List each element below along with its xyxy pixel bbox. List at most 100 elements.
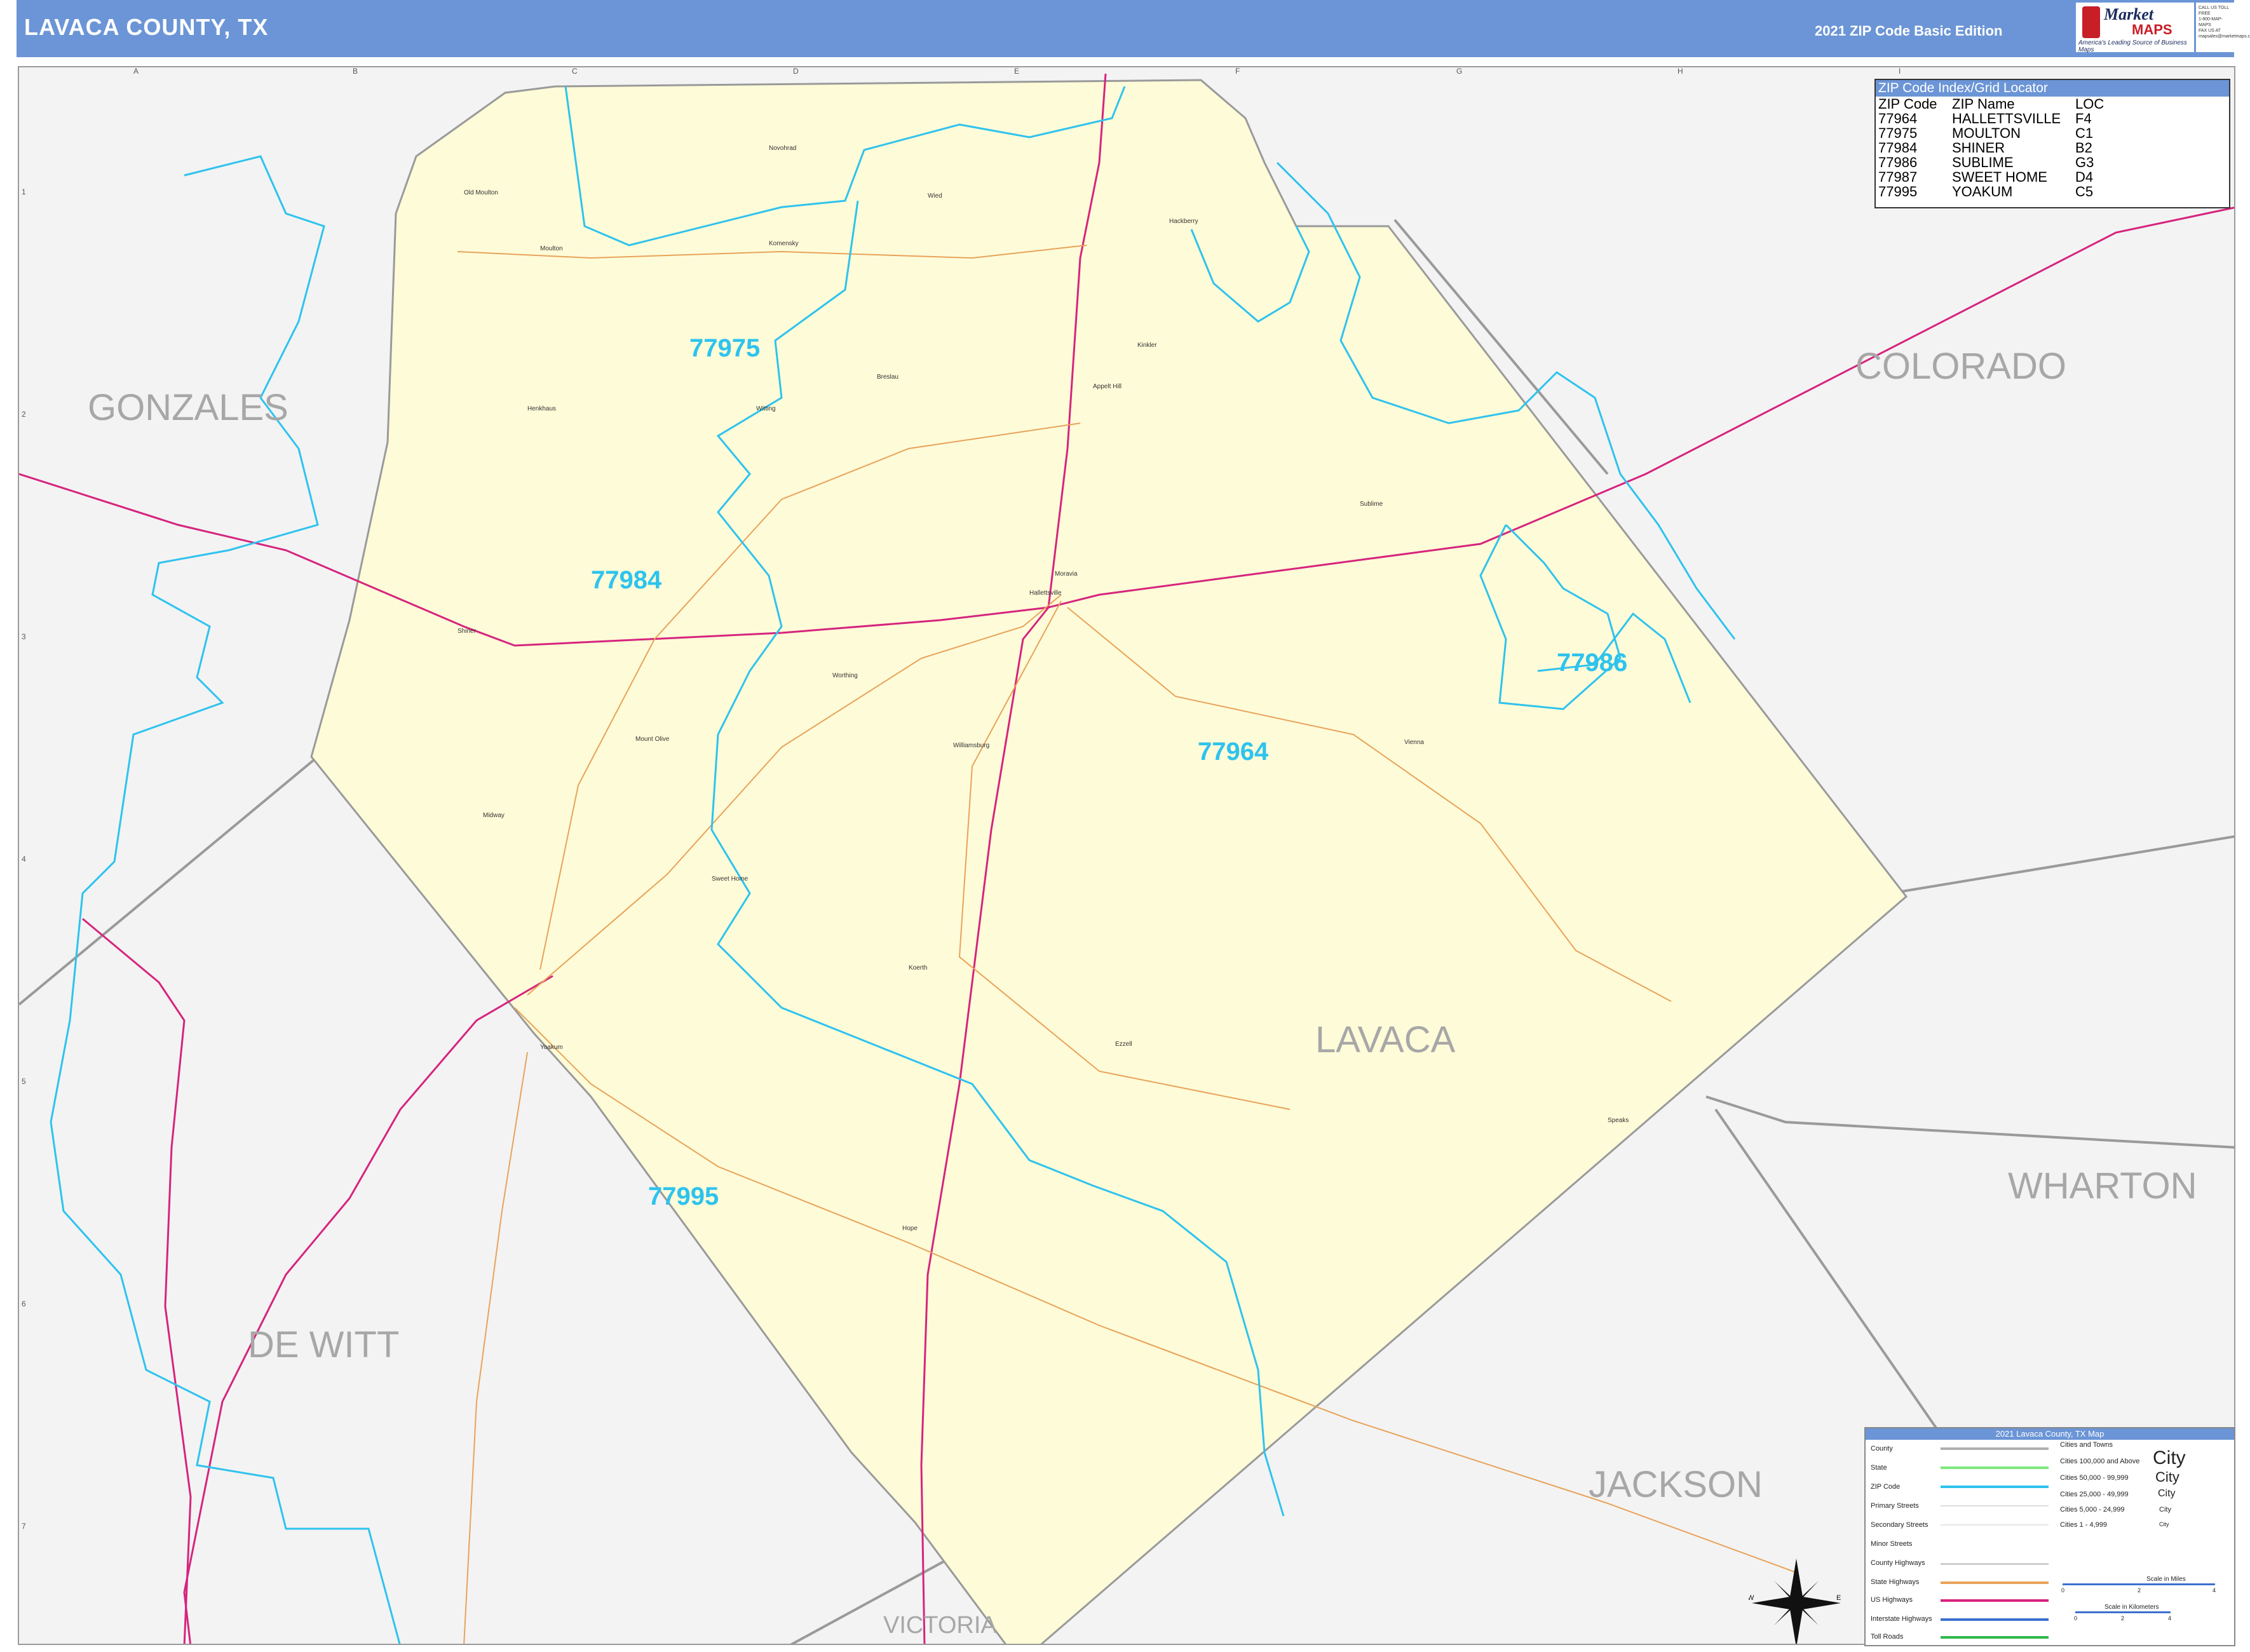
grid-row-label: 4 — [22, 855, 26, 863]
table-row[interactable]: 77987 SWEET HOME D4 — [1877, 170, 2105, 184]
grid-col-label: G — [1456, 67, 1462, 76]
legend-item: County — [1871, 1445, 1893, 1452]
zip-cell: 77975 — [1878, 125, 1918, 141]
map-svg: A B C D E F G H I 1 2 3 4 5 6 7 GONZALES… — [19, 67, 2234, 1645]
place-label: Hallettsville — [1029, 590, 1062, 597]
scale-tick: 0 — [2061, 1587, 2065, 1594]
contact-line: mapsales@marketmaps.com — [2199, 34, 2250, 39]
legend-secondary-line — [1941, 1524, 2049, 1526]
table-header-cell: ZIP Name — [1952, 96, 2015, 112]
legend-item: County Highways — [1871, 1559, 1925, 1567]
place-label: Yoakum — [540, 1044, 563, 1051]
scale-tick: 4 — [2168, 1615, 2172, 1622]
place-label: Breslau — [877, 374, 898, 381]
legend-state-hwy-line — [1941, 1581, 2049, 1584]
place-label: Kinkler — [1137, 342, 1157, 349]
zip-cell: 77984 — [1878, 140, 1918, 156]
county-label-colorado: COLORADO — [1855, 346, 2066, 387]
logo-tagline: America's Leading Source of Business Map… — [2078, 39, 2187, 53]
scale-miles-label: Scale in Miles — [2146, 1576, 2186, 1583]
zip-index-title: ZIP Code Index/Grid Locator — [1876, 80, 2229, 97]
scale-bar-km — [2075, 1611, 2171, 1613]
name-cell: HALLETTSVILLE — [1952, 111, 2061, 126]
place-label: Hackberry — [1169, 218, 1198, 225]
scale-bar-miles — [2063, 1583, 2215, 1585]
loc-cell: C5 — [2075, 184, 2094, 200]
grid-col-label: E — [1014, 67, 1019, 76]
county-label-dewitt: DE WITT — [248, 1324, 399, 1365]
table-header-cell: ZIP Code — [1878, 96, 1937, 112]
legend-item: State Highways — [1871, 1578, 1920, 1586]
zip-cell: 77987 — [1878, 169, 1918, 185]
table-row[interactable]: 77995 YOAKUM C5 — [1877, 184, 2105, 199]
legend-city-range: Cities 50,000 - 99,999 — [2060, 1474, 2129, 1482]
map-header: LAVACA COUNTY, TX 2021 ZIP Code Basic Ed… — [17, 0, 2234, 57]
logo-mark-icon — [2082, 6, 2100, 38]
scale-tick: 2 — [2121, 1615, 2125, 1622]
place-label: Shiner — [457, 628, 477, 635]
county-label-jackson: JACKSON — [1589, 1464, 1763, 1505]
place-label: Sublime — [1360, 501, 1383, 508]
legend-item: Primary Streets — [1871, 1502, 1919, 1510]
legend-city-range: Cities 25,000 - 49,999 — [2060, 1491, 2129, 1498]
place-label: Witting — [756, 405, 776, 412]
place-label: Worthing — [832, 672, 858, 679]
name-cell: SWEET HOME — [1952, 169, 2047, 185]
zip-label-77984: 77984 — [591, 566, 662, 594]
grid-col-label: D — [793, 67, 799, 76]
legend-city-sample: City — [2153, 1447, 2186, 1468]
legend-item: Secondary Streets — [1871, 1521, 1928, 1529]
compass-w: W — [1749, 1594, 1754, 1602]
place-label: Wied — [928, 193, 942, 200]
loc-cell: G3 — [2075, 154, 2094, 170]
legend-city-range: Cities 5,000 - 24,999 — [2060, 1506, 2125, 1513]
legend-title: 2021 Lavaca County, TX Map — [1866, 1428, 2234, 1440]
contact-line: 1-800-MAP-MAPS — [2199, 17, 2223, 27]
map-legend: 2021 Lavaca County, TX Map County State … — [1864, 1427, 2235, 1646]
table-row[interactable]: 77986 SUBLIME G3 — [1877, 155, 2105, 170]
place-label: Williamsburg — [953, 742, 989, 749]
table-row[interactable]: 77975 MOULTON C1 — [1877, 126, 2105, 140]
zip-cell: 77995 — [1878, 184, 1918, 200]
grid-row-label: 1 — [22, 187, 26, 196]
compass-e: E — [1836, 1594, 1841, 1602]
scale-tick: 2 — [2138, 1587, 2141, 1594]
legend-item: ZIP Code — [1871, 1483, 1901, 1491]
place-label: Mount Olive — [635, 736, 670, 743]
name-cell: MOULTON — [1952, 125, 2021, 141]
table-header-cell: LOC — [2075, 96, 2104, 112]
legend-toll-line — [1941, 1636, 2049, 1639]
lavaca-county-area[interactable] — [310, 79, 1908, 1645]
legend-item: US Highways — [1871, 1596, 1913, 1604]
grid-row-label: 2 — [22, 410, 26, 419]
scale-km-label: Scale in Kilometers — [2104, 1604, 2159, 1611]
contact-line: CALL US TOLL FREE — [2199, 6, 2229, 16]
place-label: Koerth — [909, 965, 927, 972]
place-label: Ezzell — [1115, 1041, 1132, 1048]
grid-col-label: A — [133, 67, 139, 76]
map-area[interactable]: A B C D E F G H I 1 2 3 4 5 6 7 GONZALES… — [18, 66, 2235, 1645]
loc-cell: F4 — [2075, 111, 2092, 126]
table-row[interactable]: 77984 SHINER B2 — [1877, 140, 2105, 155]
legend-city-sample: City — [2159, 1521, 2169, 1527]
legend-city-sample: City — [2159, 1506, 2171, 1513]
county-label-lavaca: LAVACA — [1315, 1019, 1456, 1060]
place-label: Old Moulton — [464, 189, 498, 196]
legend-primary-line — [1941, 1505, 2049, 1506]
legend-county-hwy-line — [1941, 1563, 2049, 1565]
legend-interstate-line — [1941, 1618, 2049, 1621]
grid-col-label: F — [1235, 67, 1240, 76]
compass-rose-icon: N S E W — [1749, 1555, 1841, 1644]
zip-label-77995: 77995 — [648, 1182, 719, 1210]
zip-label-77975: 77975 — [689, 334, 760, 362]
place-label: Moulton — [540, 245, 563, 252]
grid-col-label: I — [1899, 67, 1901, 76]
grid-row-label: 6 — [22, 1299, 26, 1308]
loc-cell: B2 — [2075, 140, 2092, 156]
zip-index-table: ZIP Code ZIP Name LOC 77964 HALLETTSVILLE… — [1877, 97, 2105, 199]
grid-col-label: C — [572, 67, 578, 76]
table-row[interactable]: 77964 HALLETTSVILLE F4 — [1877, 111, 2105, 126]
scale-tick: 4 — [2213, 1587, 2216, 1594]
logo-text-maps: MAPS — [2132, 22, 2172, 37]
place-label: Moravia — [1055, 571, 1078, 578]
